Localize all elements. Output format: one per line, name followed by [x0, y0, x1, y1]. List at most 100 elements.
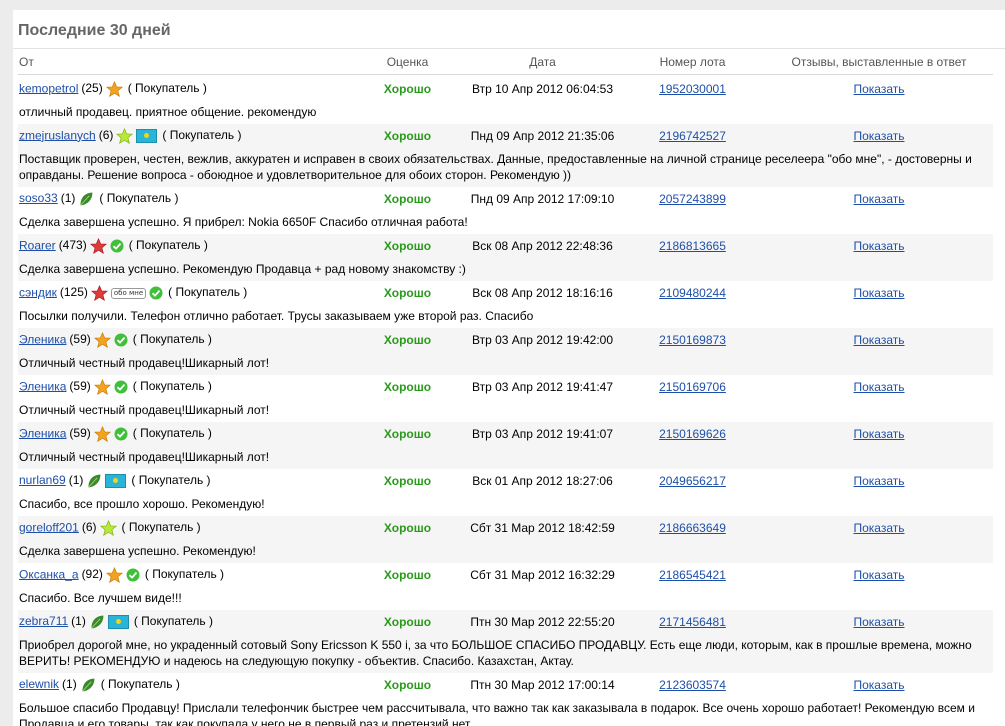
lot-link[interactable]: 2049656217 [659, 474, 726, 488]
show-replies-link[interactable]: Показать [853, 286, 904, 300]
from-cell: Эленика (59) ( Покупатель ) [18, 328, 350, 352]
lot-cell: 2186545421 [620, 563, 765, 587]
show-replies-link[interactable]: Показать [853, 192, 904, 206]
lot-cell: 2049656217 [620, 469, 765, 493]
comment-row: Сделка завершена успешно. Рекомендую Про… [18, 258, 993, 281]
role-label: ( Покупатель ) [128, 238, 208, 253]
comment-text: Поставщик проверен, честен, вежлив, акку… [18, 148, 993, 187]
check-icon [149, 286, 163, 300]
from-cell: nurlan69 (1) ( Покупатель ) [18, 469, 350, 493]
user-link[interactable]: kemopetrol [19, 81, 78, 95]
role-label: ( Покупатель ) [100, 677, 180, 692]
lot-link[interactable]: 2150169873 [659, 333, 726, 347]
feedback-row: kemopetrol (25) ( Покупатель ) Хорошо Втр 10… [18, 75, 993, 102]
from-cell: zebra711 (1) ( Покупатель ) [18, 610, 350, 634]
lot-link[interactable]: 2171456481 [659, 615, 726, 629]
comment-row: Отличный честный продавец!Шикарный лот! [18, 399, 993, 422]
star-lime-icon [116, 127, 134, 145]
comment-text: Приобрел дорогой мне, но украденный сото… [18, 634, 993, 673]
user-link[interactable]: goreloff201 [19, 520, 79, 534]
replies-cell: Показать [765, 124, 993, 148]
replies-cell: Показать [765, 234, 993, 258]
user-link[interactable]: Эленика [19, 426, 66, 440]
user-link[interactable]: soso33 [19, 191, 58, 205]
feedback-count: (92) [81, 567, 103, 582]
user-link[interactable]: elewnik [19, 677, 59, 691]
comment-row: Отличный честный продавец!Шикарный лот! [18, 352, 993, 375]
show-replies-link[interactable]: Показать [853, 615, 904, 629]
user-link[interactable]: Оксанка_а [19, 567, 79, 581]
comment-text: Сделка завершена успешно. Рекомендую! [18, 540, 993, 563]
replies-cell: Показать [765, 328, 993, 352]
show-replies-link[interactable]: Показать [853, 427, 904, 441]
from-cell: Roarer (473) ( Покупатель ) [18, 234, 350, 258]
show-replies-link[interactable]: Показать [853, 239, 904, 253]
star-red-icon [90, 284, 108, 302]
user-link[interactable]: zebra711 [19, 614, 68, 628]
table-header-row: От Оценка Дата Номер лота Отзывы, выстав… [18, 49, 993, 75]
user-link[interactable]: Эленика [19, 379, 66, 393]
lot-link[interactable]: 2186663649 [659, 521, 726, 535]
show-replies-link[interactable]: Показать [853, 129, 904, 143]
date-cell: Вск 08 Апр 2012 22:48:36 [465, 234, 620, 258]
lot-link[interactable]: 2196742527 [659, 129, 726, 143]
show-replies-link[interactable]: Показать [853, 333, 904, 347]
from-cell: soso33 (1) ( Покупатель ) [18, 187, 350, 211]
lot-cell: 2150169626 [620, 422, 765, 446]
about-me-badge[interactable]: обо мне [110, 287, 147, 299]
rating-cell: Хорошо [350, 422, 465, 446]
show-replies-link[interactable]: Показать [853, 474, 904, 488]
lot-link[interactable]: 2186545421 [659, 568, 726, 582]
lot-cell: 2150169873 [620, 328, 765, 352]
lot-link[interactable]: 1952030001 [659, 82, 726, 96]
rating-cell: Хорошо [350, 234, 465, 258]
date-cell: Сбт 31 Мар 2012 16:32:29 [470, 568, 615, 582]
feedback-row: zmejruslanych (6) ( Покупатель ) Хорошо Пнд … [18, 124, 993, 148]
flag-kz-icon [136, 129, 158, 143]
show-replies-link[interactable]: Показать [853, 521, 904, 535]
feedback-row: goreloff201 (6) ( Покупатель ) Хорошо Сбт 31… [18, 516, 993, 540]
feedback-count: (6) [98, 128, 114, 143]
lot-link[interactable]: 2150169706 [659, 380, 726, 394]
comment-text: Сделка завершена успешно. Я прибрел: Nok… [19, 215, 468, 229]
rating-cell: Хорошо [350, 124, 465, 148]
role-label: ( Покупатель ) [127, 81, 207, 96]
user-link[interactable]: Эленика [19, 332, 66, 346]
replies-cell: Показать [765, 516, 993, 540]
section-heading: Последние 30 дней [13, 10, 1005, 49]
comment-row: Спасибо. Все лучшем виде!!! [18, 587, 993, 610]
comment-row: Большое спасибо Продавцу! Прислали телеф… [18, 697, 993, 726]
user-link[interactable]: сэндик [19, 285, 57, 299]
lot-link[interactable]: 2123603574 [659, 678, 726, 692]
show-replies-link[interactable]: Показать [853, 678, 904, 692]
check-icon [114, 333, 128, 347]
feedback-row: Оксанка_а (92) ( Покупатель ) Хорошо Сбт 31 … [18, 563, 993, 587]
lot-link[interactable]: 2057243899 [659, 192, 726, 206]
comment-text: Большое спасибо Продавцу! Прислали телеф… [19, 701, 975, 726]
feedback-count: (1) [71, 614, 86, 629]
rating-cell: Хорошо [383, 82, 432, 96]
rating-cell: Хорошо [383, 192, 432, 206]
role-label: ( Покупатель ) [133, 614, 213, 629]
star-orange-icon [93, 331, 111, 349]
lot-link[interactable]: 2150169626 [659, 427, 726, 441]
user-link[interactable]: zmejruslanych [19, 128, 96, 142]
star-orange-icon [105, 80, 123, 98]
feedback-count: (59) [69, 379, 91, 394]
rating-cell: Хорошо [383, 380, 432, 394]
comment-text: Спасибо, все прошло хорошо. Рекомендую! [19, 497, 265, 511]
leaf-icon [80, 677, 96, 693]
date-cell: Вск 08 Апр 2012 18:16:16 [472, 286, 613, 300]
show-replies-link[interactable]: Показать [853, 82, 904, 96]
feedback-count: (25) [81, 81, 103, 96]
replies-cell: Показать [765, 281, 993, 305]
user-link[interactable]: nurlan69 [19, 473, 66, 487]
replies-cell: Показать [765, 469, 993, 493]
lot-link[interactable]: 2186813665 [659, 239, 726, 253]
show-replies-link[interactable]: Показать [853, 380, 904, 394]
comment-row: отличный продавец. приятное общение. рек… [18, 101, 993, 124]
comment-row: Спасибо, все прошло хорошо. Рекомендую! [18, 493, 993, 516]
user-link[interactable]: Roarer [19, 238, 56, 252]
lot-link[interactable]: 2109480244 [659, 286, 726, 300]
show-replies-link[interactable]: Показать [853, 568, 904, 582]
